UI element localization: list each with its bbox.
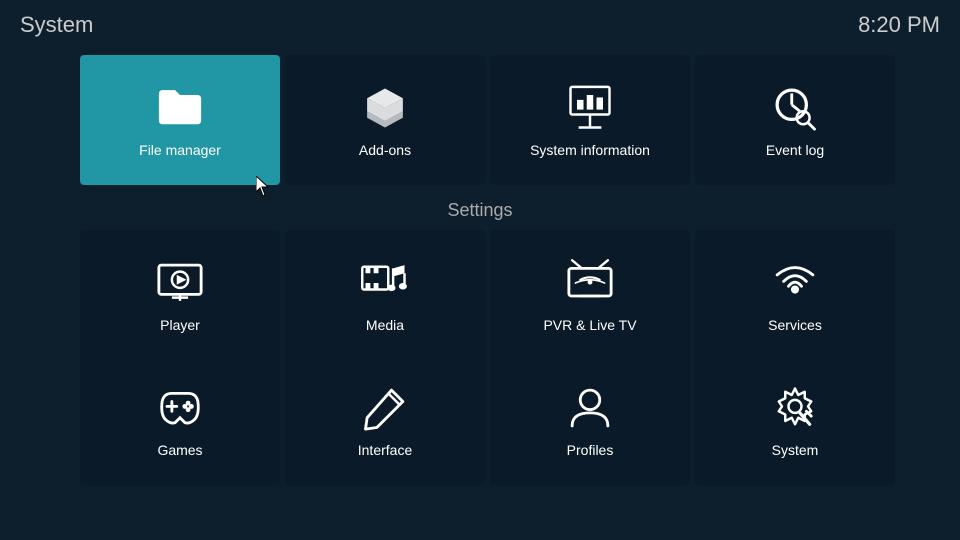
tile-file-manager[interactable]: File manager [80,55,280,185]
tv-icon [564,257,616,309]
tile-event-log[interactable]: Event log [695,55,895,185]
folder-icon [154,82,206,134]
interface-icon [359,382,411,434]
clock-search-icon [769,82,821,134]
tile-system-information[interactable]: System information [490,55,690,185]
tile-games-label: Games [157,442,202,458]
chart-icon [564,82,616,134]
tile-file-manager-label: File manager [139,142,221,158]
tile-system[interactable]: System [695,355,895,485]
tile-system-info-label: System information [530,142,650,158]
header: System 8:20 PM [0,0,960,50]
tile-services-label: Services [768,317,822,333]
system-icon [769,382,821,434]
tile-pvr-label: PVR & Live TV [543,317,636,333]
tile-media[interactable]: Media [285,230,485,360]
tile-add-ons[interactable]: Add-ons [285,55,485,185]
services-icon [769,257,821,309]
tile-services[interactable]: Services [695,230,895,360]
tile-interface[interactable]: Interface [285,355,485,485]
media-icon [359,257,411,309]
tile-player[interactable]: Player [80,230,280,360]
tile-pvr-live-tv[interactable]: PVR & Live TV [490,230,690,360]
tile-interface-label: Interface [358,442,412,458]
top-tiles-row: File manager Add-ons System information [80,55,895,185]
tile-system-label: System [772,442,819,458]
profile-icon [564,382,616,434]
tile-profiles-label: Profiles [567,442,614,458]
tile-player-label: Player [160,317,200,333]
settings-section-label: Settings [0,200,960,221]
settings-grid: Player Media [80,230,895,475]
clock: 8:20 PM [858,12,940,38]
tile-event-log-label: Event log [766,142,824,158]
app-title: System [20,12,93,38]
tile-profiles[interactable]: Profiles [490,355,690,485]
tile-games[interactable]: Games [80,355,280,485]
tile-add-ons-label: Add-ons [359,142,411,158]
tile-media-label: Media [366,317,404,333]
player-icon [154,257,206,309]
gamepad-icon [154,382,206,434]
box-icon [359,82,411,134]
